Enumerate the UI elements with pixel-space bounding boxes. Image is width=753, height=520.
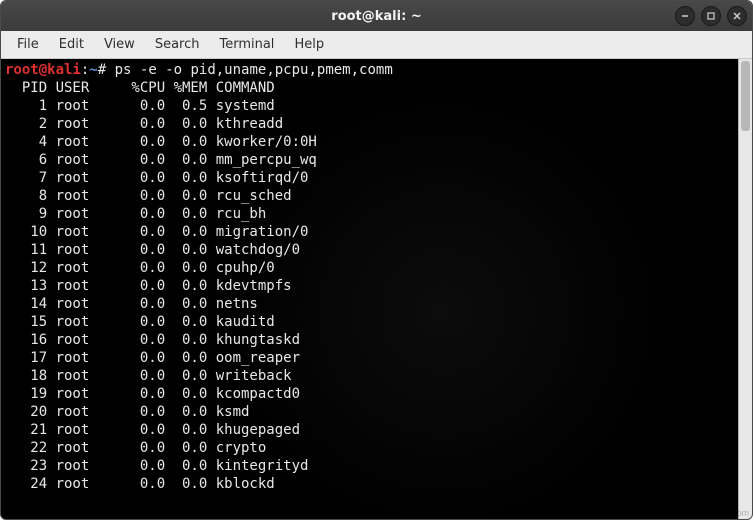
ps-row: 7 root 0.0 0.0 ksoftirqd/0 <box>5 169 734 187</box>
ps-row: 4 root 0.0 0.0 kworker/0:0H <box>5 133 734 151</box>
titlebar: root@kali: ~ <box>1 1 752 31</box>
ps-row: 16 root 0.0 0.0 khungtaskd <box>5 331 734 349</box>
minimize-icon <box>680 11 690 21</box>
ps-row: 6 root 0.0 0.0 mm_percpu_wq <box>5 151 734 169</box>
scrollbar[interactable] <box>738 59 752 519</box>
ps-row: 1 root 0.0 0.5 systemd <box>5 97 734 115</box>
maximize-icon <box>706 11 716 21</box>
ps-row: 23 root 0.0 0.0 kintegrityd <box>5 457 734 475</box>
window-controls <box>675 6 747 26</box>
ps-row: 12 root 0.0 0.0 cpuhp/0 <box>5 259 734 277</box>
close-button[interactable] <box>727 6 747 26</box>
prompt-hash: # <box>98 62 106 78</box>
maximize-button[interactable] <box>701 6 721 26</box>
watermark: wsxdn.com <box>704 508 749 518</box>
menu-terminal[interactable]: Terminal <box>209 34 284 55</box>
terminal[interactable]: root@kali:~# ps -e -o pid,uname,pcpu,pme… <box>1 59 738 519</box>
ps-row: 15 root 0.0 0.0 kauditd <box>5 313 734 331</box>
menu-view[interactable]: View <box>94 34 145 55</box>
menu-help[interactable]: Help <box>284 34 334 55</box>
ps-row: 11 root 0.0 0.0 watchdog/0 <box>5 241 734 259</box>
ps-row: 21 root 0.0 0.0 khugepaged <box>5 421 734 439</box>
window-title: root@kali: ~ <box>331 9 421 24</box>
ps-row: 24 root 0.0 0.0 kblockd <box>5 475 734 493</box>
ps-row: 22 root 0.0 0.0 crypto <box>5 439 734 457</box>
minimize-button[interactable] <box>675 6 695 26</box>
terminal-window: root@kali: ~ File Edit View Search Termi… <box>0 0 753 520</box>
menu-file[interactable]: File <box>7 34 49 55</box>
ps-row: 8 root 0.0 0.0 rcu_sched <box>5 187 734 205</box>
ps-row: 18 root 0.0 0.0 writeback <box>5 367 734 385</box>
ps-row: 2 root 0.0 0.0 kthreadd <box>5 115 734 133</box>
ps-row: 10 root 0.0 0.0 migration/0 <box>5 223 734 241</box>
menu-edit[interactable]: Edit <box>49 34 94 55</box>
ps-row: 9 root 0.0 0.0 rcu_bh <box>5 205 734 223</box>
prompt-user: root@kali <box>5 62 81 78</box>
ps-row: 17 root 0.0 0.0 oom_reaper <box>5 349 734 367</box>
command-text: ps -e -o pid,uname,pcpu,pmem,comm <box>106 62 393 78</box>
prompt-line: root@kali:~# ps -e -o pid,uname,pcpu,pme… <box>5 61 734 79</box>
prompt-path: ~ <box>89 62 97 78</box>
ps-row: 19 root 0.0 0.0 kcompactd0 <box>5 385 734 403</box>
ps-row: 14 root 0.0 0.0 netns <box>5 295 734 313</box>
terminal-area: root@kali:~# ps -e -o pid,uname,pcpu,pme… <box>1 59 752 519</box>
ps-header: PID USER %CPU %MEM COMMAND <box>5 79 734 97</box>
scrollbar-thumb[interactable] <box>741 61 750 131</box>
menu-search[interactable]: Search <box>145 34 210 55</box>
close-icon <box>732 11 742 21</box>
menubar: File Edit View Search Terminal Help <box>1 31 752 59</box>
ps-row: 20 root 0.0 0.0 ksmd <box>5 403 734 421</box>
ps-row: 13 root 0.0 0.0 kdevtmpfs <box>5 277 734 295</box>
